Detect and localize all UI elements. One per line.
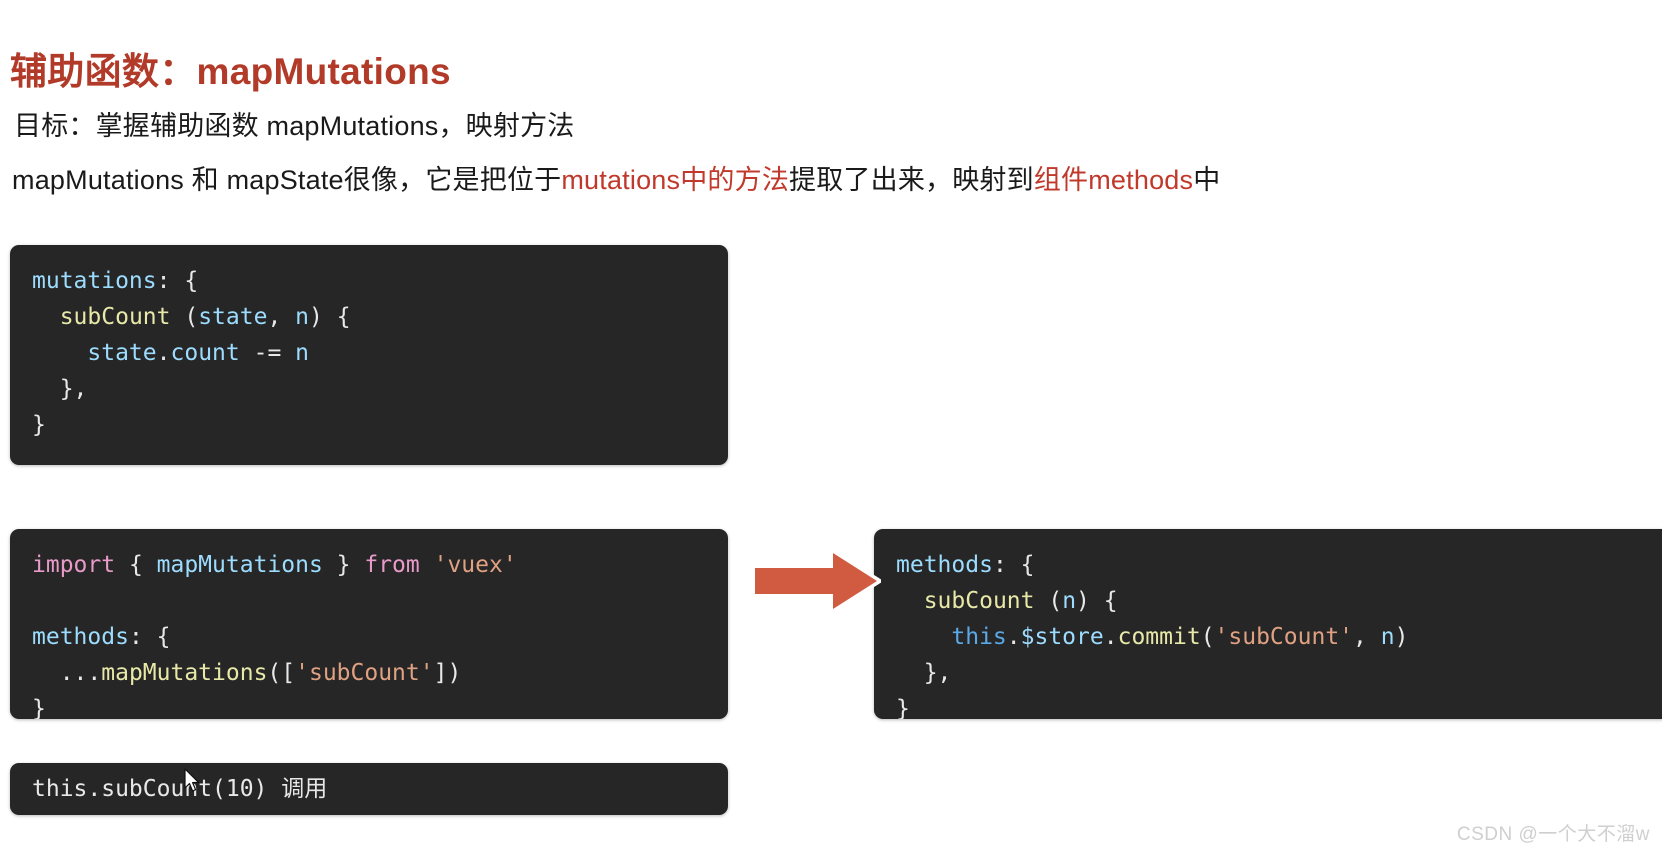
code-token: n (295, 340, 309, 366)
code-token: n (1062, 588, 1077, 614)
code-token: , (267, 304, 296, 330)
code-token: $store (1020, 624, 1104, 650)
code-token: subCount (923, 588, 1035, 614)
code-token: 'subCount' (1214, 624, 1354, 650)
code-token: ) { (1076, 588, 1118, 614)
code-token: mapMutations (101, 660, 268, 686)
intro-segment-5: 中 (1193, 165, 1221, 195)
code-token: methods (896, 552, 993, 578)
call-example-code-block: this.subCount(10) 调用 (10, 763, 728, 815)
code-token: } (32, 696, 46, 719)
code-token: ... (32, 660, 102, 686)
intro-text: mapMutations 和 mapState很像，它是把位于mutations… (12, 158, 1220, 197)
code-line: methods: { (32, 619, 708, 655)
code-token: ( (1200, 624, 1215, 650)
intro-segment-1: mapMutations 和 mapState很像，它是把位于 (12, 165, 562, 195)
code-token: n (295, 304, 309, 330)
code-line: state.count -= n (32, 335, 708, 371)
code-line: } (32, 691, 708, 719)
code-token: from (364, 552, 420, 578)
code-token: . (156, 340, 171, 366)
right-arrow-icon (751, 546, 884, 616)
code-token: } (322, 552, 365, 578)
code-token: . (1006, 624, 1021, 650)
expanded-methods-code-block: methods: { subCount (n) { this.$store.co… (874, 529, 1662, 719)
intro-highlight-methods: 组件methods (1033, 165, 1194, 195)
code-line: this.$store.commit('subCount', n) (896, 619, 1654, 655)
page-title: 辅助函数：mapMutations (10, 50, 451, 92)
intro-segment-3: 提取了出来，映射到 (789, 165, 1034, 195)
code-token: . (1103, 624, 1118, 650)
mouse-pointer-icon (184, 768, 202, 794)
code-token: ) { (309, 304, 351, 330)
code-token: n (1380, 624, 1395, 650)
code-token: ( (1034, 588, 1063, 614)
code-line: mutations: { (32, 263, 708, 299)
code-token: ([ (267, 660, 296, 686)
code-token: , (1353, 624, 1381, 650)
goal-text: 目标：掌握辅助函数 mapMutations，映射方法 (14, 111, 575, 141)
import-mapmutations-code-block: import { mapMutations } from 'vuex' meth… (10, 529, 728, 719)
code-token: } (32, 412, 46, 438)
code-line: ...mapMutations(['subCount']) (32, 655, 708, 691)
code-token: : { (992, 552, 1035, 578)
code-line: }, (32, 371, 708, 407)
code-token: mutations (32, 268, 157, 294)
code-line: subCount (state, n) { (32, 299, 708, 335)
code-token: } (896, 696, 910, 719)
code-token: }, (32, 376, 88, 402)
code-line: methods: { (896, 547, 1654, 583)
code-token: 'vuex' (433, 552, 517, 578)
watermark: CSDN @一个大不溜w (1456, 824, 1650, 845)
code-line: }, (896, 655, 1654, 691)
code-line: } (896, 691, 1654, 719)
code-token: : { (128, 624, 171, 650)
code-token: subCount (59, 304, 171, 330)
code-line: this.subCount(10) 调用 (32, 772, 708, 806)
code-token: : { (156, 268, 199, 294)
code-line: subCount (n) { (896, 583, 1654, 619)
code-token: import (32, 552, 116, 578)
code-token: methods (32, 624, 129, 650)
code-token: state (198, 304, 268, 330)
code-token: count (170, 340, 240, 366)
code-token: ]) (433, 660, 462, 686)
code-line: } (32, 407, 708, 443)
code-token: -= (239, 340, 296, 366)
code-token: mapMutations (156, 552, 323, 578)
code-token: state (87, 340, 157, 366)
code-token: ) (1394, 624, 1409, 650)
code-token: ( (170, 304, 199, 330)
code-line: import { mapMutations } from 'vuex' (32, 547, 708, 583)
mutations-code-block: mutations: { subCount (state, n) { state… (10, 245, 728, 465)
intro-highlight-mutations: mutations中的方法 (561, 165, 790, 195)
code-token: { (115, 552, 157, 578)
code-token: this (951, 624, 1007, 650)
code-token: }, (896, 660, 952, 686)
code-token: this.subCount(10) 调用 (32, 776, 328, 802)
code-token: commit (1117, 624, 1201, 650)
code-token: 'subCount' (295, 660, 434, 686)
